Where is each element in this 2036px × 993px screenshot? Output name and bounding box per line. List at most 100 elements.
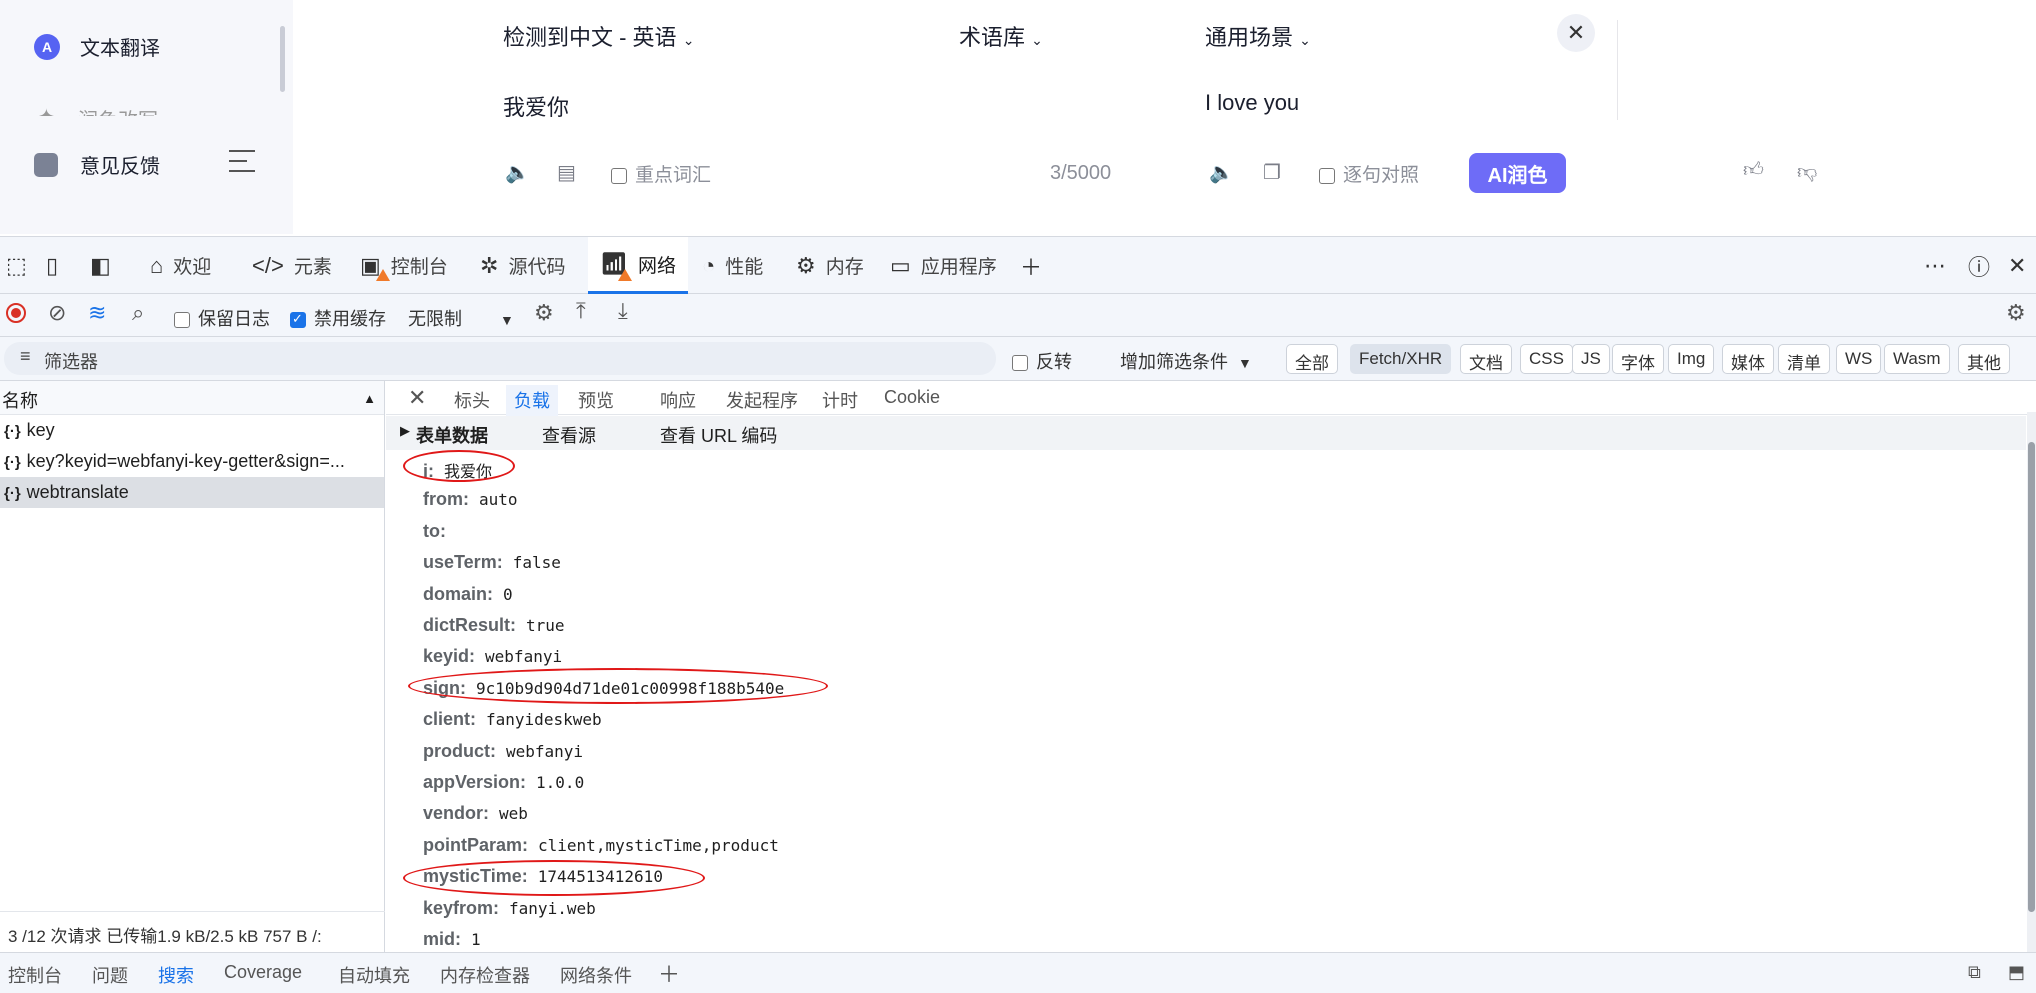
payload-value[interactable]: 0 bbox=[503, 585, 513, 604]
tab-memory[interactable]: ⚙ 内存 bbox=[788, 237, 872, 294]
payload-value[interactable]: webfanyi bbox=[506, 742, 583, 761]
search-icon[interactable]: ⌕ bbox=[132, 300, 144, 326]
menu-collapse-icon[interactable] bbox=[229, 150, 255, 172]
payload-value[interactable]: client,mysticTime,product bbox=[538, 836, 779, 855]
filter-toggle-icon[interactable]: ≋ bbox=[88, 300, 106, 326]
payload-value[interactable]: 1 bbox=[471, 930, 481, 949]
source-text[interactable]: 我爱你 bbox=[503, 90, 569, 122]
page-scrollbar[interactable] bbox=[2028, 0, 2036, 234]
ai-polish-button[interactable]: AI润色 bbox=[1469, 153, 1566, 193]
keyword-checkbox[interactable]: 重点词汇 bbox=[611, 160, 711, 187]
type-chip-other[interactable]: 其他 bbox=[1958, 344, 2010, 374]
type-chip-ws[interactable]: WS bbox=[1836, 344, 1882, 374]
type-chip-all[interactable]: 全部 bbox=[1286, 344, 1338, 374]
tab-performance[interactable]: ◔ 性能 bbox=[694, 237, 771, 294]
tab-cookie[interactable]: Cookie bbox=[876, 385, 948, 412]
download-icon[interactable]: ⤓ bbox=[618, 298, 628, 324]
thumbs-down-icon[interactable]: 👎︎ bbox=[1797, 160, 1817, 184]
throttle-select[interactable]: 无限制 ▼ bbox=[408, 305, 514, 331]
more-filters-dropdown[interactable]: 增加筛选条件 ▼ bbox=[1120, 348, 1252, 374]
triangle-right-icon[interactable]: ▶ bbox=[400, 423, 410, 439]
device-toggle-icon[interactable]: ▯ bbox=[46, 237, 68, 294]
speaker-icon[interactable]: 🔈 bbox=[1209, 160, 1234, 185]
drawer-tab-coverage[interactable]: Coverage bbox=[224, 962, 302, 983]
dock-drawer-icon[interactable]: ⧉ bbox=[1968, 962, 1981, 983]
clear-button[interactable]: ✕ bbox=[1557, 14, 1595, 52]
close-devtools-icon[interactable]: ✕ bbox=[2008, 237, 2036, 294]
sidebar-scrollbar[interactable] bbox=[280, 26, 285, 92]
request-row[interactable]: {·} key?keyid=webfanyi-key-getter&sign=..… bbox=[0, 446, 384, 477]
payload-value[interactable]: web bbox=[499, 804, 528, 823]
payload-value[interactable]: fanyideskweb bbox=[486, 710, 602, 729]
tab-preview[interactable]: 预览 bbox=[570, 385, 622, 417]
sentence-align-checkbox[interactable]: 逐句对照 bbox=[1319, 160, 1419, 187]
tab-welcome[interactable]: ⌂ 欢迎 bbox=[142, 237, 219, 294]
dock-icon[interactable]: ◧ bbox=[90, 237, 121, 294]
drawer-tab-search[interactable]: 搜索 bbox=[158, 962, 194, 988]
type-chip-img[interactable]: Img bbox=[1668, 344, 1715, 374]
speaker-icon[interactable]: 🔈 bbox=[505, 160, 530, 185]
paste-icon[interactable]: ▤ bbox=[557, 160, 576, 185]
copy-icon[interactable]: ❐ bbox=[1263, 160, 1281, 185]
sidebar-item-feedback[interactable]: 意见反馈 bbox=[34, 150, 160, 179]
sidebar-item-rewrite[interactable]: ✦ 润色改写 bbox=[34, 104, 158, 116]
expand-drawer-icon[interactable]: ⬒ bbox=[2008, 962, 2025, 983]
settings-gear-icon[interactable]: ⚙ bbox=[2006, 300, 2026, 326]
close-detail-icon[interactable]: ✕ bbox=[400, 383, 434, 415]
payload-scrollbar[interactable] bbox=[2027, 412, 2036, 952]
sort-up-icon[interactable]: ▲ bbox=[363, 391, 376, 406]
filter-input[interactable]: ≡ 筛选器 bbox=[4, 342, 996, 375]
view-source-link[interactable]: 查看源 bbox=[542, 422, 596, 448]
tab-timing[interactable]: 计时 bbox=[814, 385, 866, 417]
view-url-encoded-link[interactable]: 查看 URL 编码 bbox=[660, 422, 777, 448]
disable-cache-checkbox[interactable]: 禁用缓存 bbox=[290, 305, 386, 331]
column-header-name[interactable]: 名称 ▲ bbox=[0, 381, 384, 415]
upload-icon[interactable]: ⤒ bbox=[576, 298, 586, 324]
clear-icon[interactable]: ⊘ bbox=[48, 300, 66, 326]
inspect-icon[interactable]: ⬚ bbox=[6, 237, 37, 294]
request-row[interactable]: {·} key bbox=[0, 415, 384, 446]
drawer-tab-autofill[interactable]: 自动填充 bbox=[338, 962, 410, 988]
help-icon[interactable]: ⓘ bbox=[1968, 237, 2000, 294]
type-chip-doc[interactable]: 文档 bbox=[1460, 344, 1512, 374]
payload-value[interactable]: 1.0.0 bbox=[536, 773, 584, 792]
tab-network[interactable]: 📶︎ 网络 bbox=[588, 237, 688, 294]
drawer-tab-issues[interactable]: 问题 bbox=[92, 962, 128, 988]
type-chip-font[interactable]: 字体 bbox=[1612, 344, 1664, 374]
invert-checkbox[interactable]: 反转 bbox=[1012, 348, 1072, 374]
scenario-select[interactable]: 通用场景 ⌄ bbox=[1205, 20, 1311, 52]
payload-value[interactable]: false bbox=[513, 553, 561, 572]
drawer-tab-memory-inspector[interactable]: 内存检查器 bbox=[440, 962, 530, 988]
more-icon[interactable]: ⋯ bbox=[1924, 237, 1956, 294]
tab-sources[interactable]: ✲ 源代码 bbox=[472, 237, 573, 294]
payload-value[interactable]: fanyi.web bbox=[509, 899, 596, 918]
termbase-select[interactable]: 术语库 ⌄ bbox=[959, 20, 1043, 52]
payload-value[interactable]: auto bbox=[479, 490, 518, 509]
type-chip-media[interactable]: 媒体 bbox=[1722, 344, 1774, 374]
tab-application[interactable]: ▭ 应用程序 bbox=[882, 237, 1005, 294]
preserve-log-checkbox[interactable]: 保留日志 bbox=[174, 305, 270, 331]
record-icon[interactable] bbox=[6, 303, 26, 323]
tab-initiator[interactable]: 发起程序 bbox=[718, 385, 806, 417]
form-data-label[interactable]: 表单数据 bbox=[416, 422, 488, 448]
payload-value[interactable]: webfanyi bbox=[485, 647, 562, 666]
source-language-select[interactable]: 检测到中文 - 英语 ⌄ bbox=[503, 20, 694, 52]
scroll-thumb[interactable] bbox=[2028, 442, 2035, 912]
network-conditions-icon[interactable]: ⚙ bbox=[534, 300, 554, 326]
type-chip-fetch-xhr[interactable]: Fetch/XHR bbox=[1350, 344, 1452, 374]
type-chip-wasm[interactable]: Wasm bbox=[1884, 344, 1950, 374]
type-chip-manifest[interactable]: 清单 bbox=[1778, 344, 1830, 374]
drawer-tab-console[interactable]: 控制台 bbox=[8, 962, 62, 988]
tab-response[interactable]: 响应 bbox=[652, 385, 704, 417]
thumbs-up-icon[interactable]: 👍︎ bbox=[1743, 158, 1764, 182]
drawer-tab-network-conditions[interactable]: 网络条件 bbox=[560, 962, 632, 988]
type-chip-css[interactable]: CSS bbox=[1520, 344, 1573, 374]
tab-headers[interactable]: 标头 bbox=[446, 385, 498, 417]
tab-elements[interactable]: </> 元素 bbox=[244, 237, 340, 294]
sidebar-item-translate[interactable]: A 文本翻译 bbox=[34, 32, 160, 61]
payload-value[interactable]: true bbox=[526, 616, 565, 635]
request-row-selected[interactable]: {·} webtranslate bbox=[0, 477, 384, 508]
tab-console[interactable]: ▣ 控制台 bbox=[352, 237, 456, 294]
add-tab-icon[interactable]: ＋ bbox=[1020, 237, 1052, 294]
add-drawer-tab-icon[interactable]: ＋ bbox=[658, 957, 680, 989]
